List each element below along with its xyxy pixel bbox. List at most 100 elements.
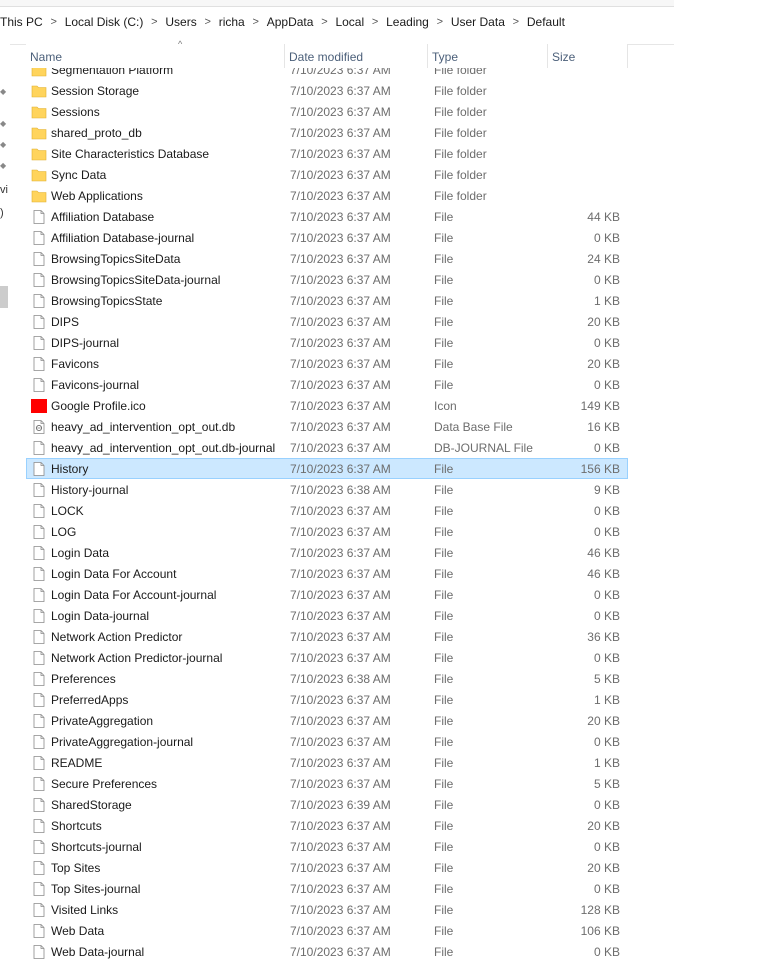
chevron-right-icon[interactable]: > (197, 16, 219, 28)
column-header-size-label: Size (552, 50, 576, 64)
file-row[interactable]: History-journal 7/10/2023 6:38 AM File 9 KB (26, 479, 628, 500)
file-row[interactable]: Network Action Predictor-journal 7/10/202… (26, 647, 628, 668)
file-row[interactable]: BrowsingTopicsState 7/10/2023 6:37 AM File… (26, 290, 628, 311)
column-header-date[interactable]: Date modified (285, 44, 428, 68)
file-type: File (434, 861, 454, 875)
file-row[interactable]: Network Action Predictor 7/10/2023 6:37 A… (26, 626, 628, 647)
breadcrumb-item[interactable]: Default (527, 15, 565, 29)
address-bar[interactable]: This PC > Local Disk (C:) > Users > richa > AppD… (0, 0, 674, 45)
file-size: 149 KB (580, 399, 620, 413)
file-name: Sessions (51, 105, 100, 119)
column-header-name[interactable]: Name (26, 44, 285, 68)
file-icon (31, 567, 47, 581)
file-row[interactable]: Top Sites 7/10/2023 6:37 AM File 20 KB (26, 857, 628, 878)
file-type: File (434, 588, 454, 602)
file-type: File (434, 504, 454, 518)
file-row[interactable]: README 7/10/2023 6:37 AM File 1 KB (26, 752, 628, 773)
file-row[interactable]: heavy_ad_intervention_opt_out.db-journal… (26, 437, 628, 458)
file-row[interactable]: Affiliation Database-journal 7/10/2023 6:… (26, 227, 628, 248)
file-row[interactable]: Login Data 7/10/2023 6:37 AM File 46 KB (26, 542, 628, 563)
column-header-row: Name ^ Date modified Type Size (26, 39, 628, 68)
file-date-modified: 7/10/2023 6:37 AM (290, 336, 391, 350)
file-row[interactable]: Favicons 7/10/2023 6:37 AM File 20 KB (26, 353, 628, 374)
file-row[interactable]: Visited Links 7/10/2023 6:37 AM File 128 KB (26, 899, 628, 920)
file-row[interactable]: Shortcuts 7/10/2023 6:37 AM File 20 KB (26, 815, 628, 836)
file-date-modified: 7/10/2023 6:37 AM (290, 504, 391, 518)
file-date-modified: 7/10/2023 6:37 AM (290, 714, 391, 728)
breadcrumb-item[interactable]: richa (219, 15, 245, 29)
file-date-modified: 7/10/2023 6:37 AM (290, 441, 391, 455)
breadcrumb-item[interactable]: This PC (0, 15, 43, 29)
breadcrumb-item[interactable]: Leading (386, 15, 429, 29)
file-row[interactable]: DIPS 7/10/2023 6:37 AM File 20 KB (26, 311, 628, 332)
file-row[interactable]: Site Characteristics Database 7/10/2023 6… (26, 143, 628, 164)
file-size: 0 KB (593, 525, 620, 539)
file-name: Session Storage (51, 84, 140, 98)
file-row[interactable]: Secure Preferences 7/10/2023 6:37 AM File 5… (26, 773, 628, 794)
file-row[interactable]: PreferredApps 7/10/2023 6:37 AM File 1 KB (26, 689, 628, 710)
file-icon (31, 378, 47, 392)
breadcrumb-item[interactable]: Local (335, 15, 364, 29)
file-row[interactable]: PrivateAggregation-journal 7/10/2023 6:37… (26, 731, 628, 752)
file-row[interactable]: PrivateAggregation 7/10/2023 6:37 AM File 2… (26, 710, 628, 731)
breadcrumb-item[interactable]: AppData (267, 15, 314, 29)
chevron-right-icon[interactable]: > (245, 16, 267, 28)
file-row[interactable]: Preferences 7/10/2023 6:38 AM File 5 KB (26, 668, 628, 689)
file-icon (31, 273, 47, 287)
pin-icon[interactable]: ◆ (0, 88, 6, 96)
file-row[interactable]: Web Applications 7/10/2023 6:37 AM File fo… (26, 185, 628, 206)
breadcrumb-item[interactable]: User Data (451, 15, 505, 29)
file-date-modified: 7/10/2023 6:37 AM (290, 357, 391, 371)
breadcrumb-item[interactable]: Users (165, 15, 196, 29)
file-row[interactable]: Shortcuts-journal 7/10/2023 6:37 AM File 0 … (26, 836, 628, 857)
file-row[interactable]: Session Storage 7/10/2023 6:37 AM File fol… (26, 80, 628, 101)
chevron-right-icon[interactable]: > (429, 16, 451, 28)
file-row[interactable]: Sessions 7/10/2023 6:37 AM File folder (26, 101, 628, 122)
pin-icon[interactable]: ◆ (0, 120, 6, 128)
file-row[interactable]: LOG 7/10/2023 6:37 AM File 0 KB (26, 521, 628, 542)
file-row[interactable]: Sync Data 7/10/2023 6:37 AM File folder (26, 164, 628, 185)
sidebar-item-label[interactable]: vi (0, 184, 8, 196)
file-row[interactable]: LOCK 7/10/2023 6:37 AM File 0 KB (26, 500, 628, 521)
chevron-right-icon[interactable]: > (313, 16, 335, 28)
file-size: 46 KB (587, 546, 620, 560)
file-row[interactable]: BrowsingTopicsSiteData 7/10/2023 6:37 AM F… (26, 248, 628, 269)
column-header-size[interactable]: Size (548, 44, 628, 68)
chevron-right-icon[interactable]: > (364, 16, 386, 28)
file-name: Web Data (51, 924, 105, 938)
file-row[interactable]: DIPS-journal 7/10/2023 6:37 AM File 0 KB (26, 332, 628, 353)
file-icon (31, 441, 47, 455)
file-date-modified: 7/10/2023 6:39 AM (290, 798, 391, 812)
file-size: 0 KB (593, 588, 620, 602)
file-name: History (51, 462, 89, 476)
file-row[interactable]: BrowsingTopicsSiteData-journal 7/10/2023 … (26, 269, 628, 290)
file-row[interactable]: Login Data-journal 7/10/2023 6:37 AM File 0… (26, 605, 628, 626)
chevron-right-icon[interactable]: > (143, 16, 165, 28)
file-row[interactable]: Affiliation Database 7/10/2023 6:37 AM Fil… (26, 206, 628, 227)
file-date-modified: 7/10/2023 6:38 AM (290, 672, 391, 686)
file-type: File (434, 714, 454, 728)
file-row[interactable]: SharedStorage 7/10/2023 6:39 AM File 0 KB (26, 794, 628, 815)
file-type: File (434, 651, 454, 665)
file-row[interactable]: Login Data For Account 7/10/2023 6:37 AM F… (26, 563, 628, 584)
file-row[interactable]: heavy_ad_intervention_opt_out.db 7/10/202… (26, 416, 628, 437)
chevron-right-icon[interactable]: > (43, 16, 65, 28)
file-row[interactable]: shared_proto_db 7/10/2023 6:37 AM File fol… (26, 122, 628, 143)
pin-icon[interactable]: ◆ (0, 141, 6, 149)
column-header-type-label: Type (432, 50, 459, 64)
file-row[interactable]: Top Sites-journal 7/10/2023 6:37 AM File 0 … (26, 878, 628, 899)
chevron-right-icon[interactable]: > (505, 16, 527, 28)
file-row[interactable]: Favicons-journal 7/10/2023 6:37 AM File 0 K… (26, 374, 628, 395)
pin-icon[interactable]: ◆ (0, 162, 6, 170)
file-name: Visited Links (51, 903, 119, 917)
sidebar-item-label[interactable]: ) (0, 207, 4, 219)
file-row[interactable]: Web Data-journal 7/10/2023 6:37 AM File 0 K… (26, 941, 628, 959)
file-row[interactable]: Web Data 7/10/2023 6:37 AM File 106 KB (26, 920, 628, 941)
file-row[interactable]: Login Data For Account-journal 7/10/2023 … (26, 584, 628, 605)
column-header-type[interactable]: Type (428, 44, 548, 68)
file-size: 24 KB (587, 252, 620, 266)
file-row[interactable]: History 7/10/2023 6:37 AM File 156 KB (26, 458, 628, 479)
sidebar-selected-item[interactable] (0, 286, 8, 308)
file-row[interactable]: Google Profile.ico 7/10/2023 6:37 AM Icon 1… (26, 395, 628, 416)
breadcrumb-item[interactable]: Local Disk (C:) (65, 15, 144, 29)
